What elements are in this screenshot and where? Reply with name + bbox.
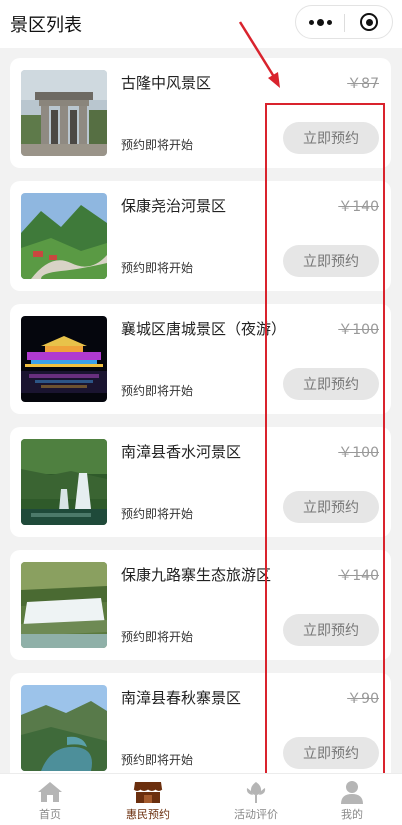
close-miniprogram-button[interactable] xyxy=(345,6,393,38)
spot-photo-forest-waterfall xyxy=(21,439,107,525)
home-icon xyxy=(35,780,65,804)
mini-program-capsule xyxy=(295,5,393,39)
user-icon xyxy=(337,780,367,804)
nav-header: 景区列表 xyxy=(0,0,402,48)
booking-status: 预约即将开始 xyxy=(121,630,194,644)
flower-icon xyxy=(241,780,271,804)
tab-label: 我的 xyxy=(341,808,363,821)
booking-status: 预约即将开始 xyxy=(121,507,194,521)
annotation-arrow-icon xyxy=(238,21,280,88)
bottom-tab-bar: 首页 惠民预约 活动评价 我的 xyxy=(0,773,402,825)
spot-name[interactable]: 古隆中风景区 xyxy=(121,72,211,93)
shop-icon xyxy=(133,780,163,804)
spot-name[interactable]: 襄城区唐城景区（夜游） xyxy=(121,318,286,339)
page-title: 景区列表 xyxy=(10,15,82,36)
target-icon xyxy=(360,13,378,31)
booking-status: 预约即将开始 xyxy=(121,261,194,275)
spot-name[interactable]: 南漳县香水河景区 xyxy=(121,441,241,462)
dot xyxy=(316,18,324,26)
tab-reviews[interactable]: 活动评价 xyxy=(206,774,306,825)
spot-photo-river-gorge xyxy=(21,685,107,771)
spot-name[interactable]: 保康尧治河景区 xyxy=(121,195,226,216)
tab-home[interactable]: 首页 xyxy=(0,774,100,825)
booking-status: 预约即将开始 xyxy=(121,384,194,398)
tab-label: 首页 xyxy=(39,808,61,821)
booking-status: 预约即将开始 xyxy=(121,753,194,767)
tab-label: 惠民预约 xyxy=(126,808,170,821)
spot-name[interactable]: 南漳县春秋寨景区 xyxy=(121,687,241,708)
spot-photo-memorial-archway xyxy=(21,70,107,156)
tab-profile[interactable]: 我的 xyxy=(302,774,402,825)
annotation-highlight-box xyxy=(265,103,385,779)
tab-booking[interactable]: 惠民预约 xyxy=(98,774,198,825)
dot xyxy=(308,19,314,25)
spot-photo-cascade-waterfall xyxy=(21,562,107,648)
spot-photo-mountain-valley xyxy=(21,193,107,279)
booking-status: 预约即将开始 xyxy=(121,138,194,152)
spot-name[interactable]: 保康九路寨生态旅游区 xyxy=(121,564,271,585)
dot xyxy=(326,19,332,25)
tab-label: 活动评价 xyxy=(234,808,278,821)
original-price: ￥87 xyxy=(347,76,379,92)
spot-photo-night-palace xyxy=(21,316,107,402)
more-options-button[interactable] xyxy=(296,6,344,38)
